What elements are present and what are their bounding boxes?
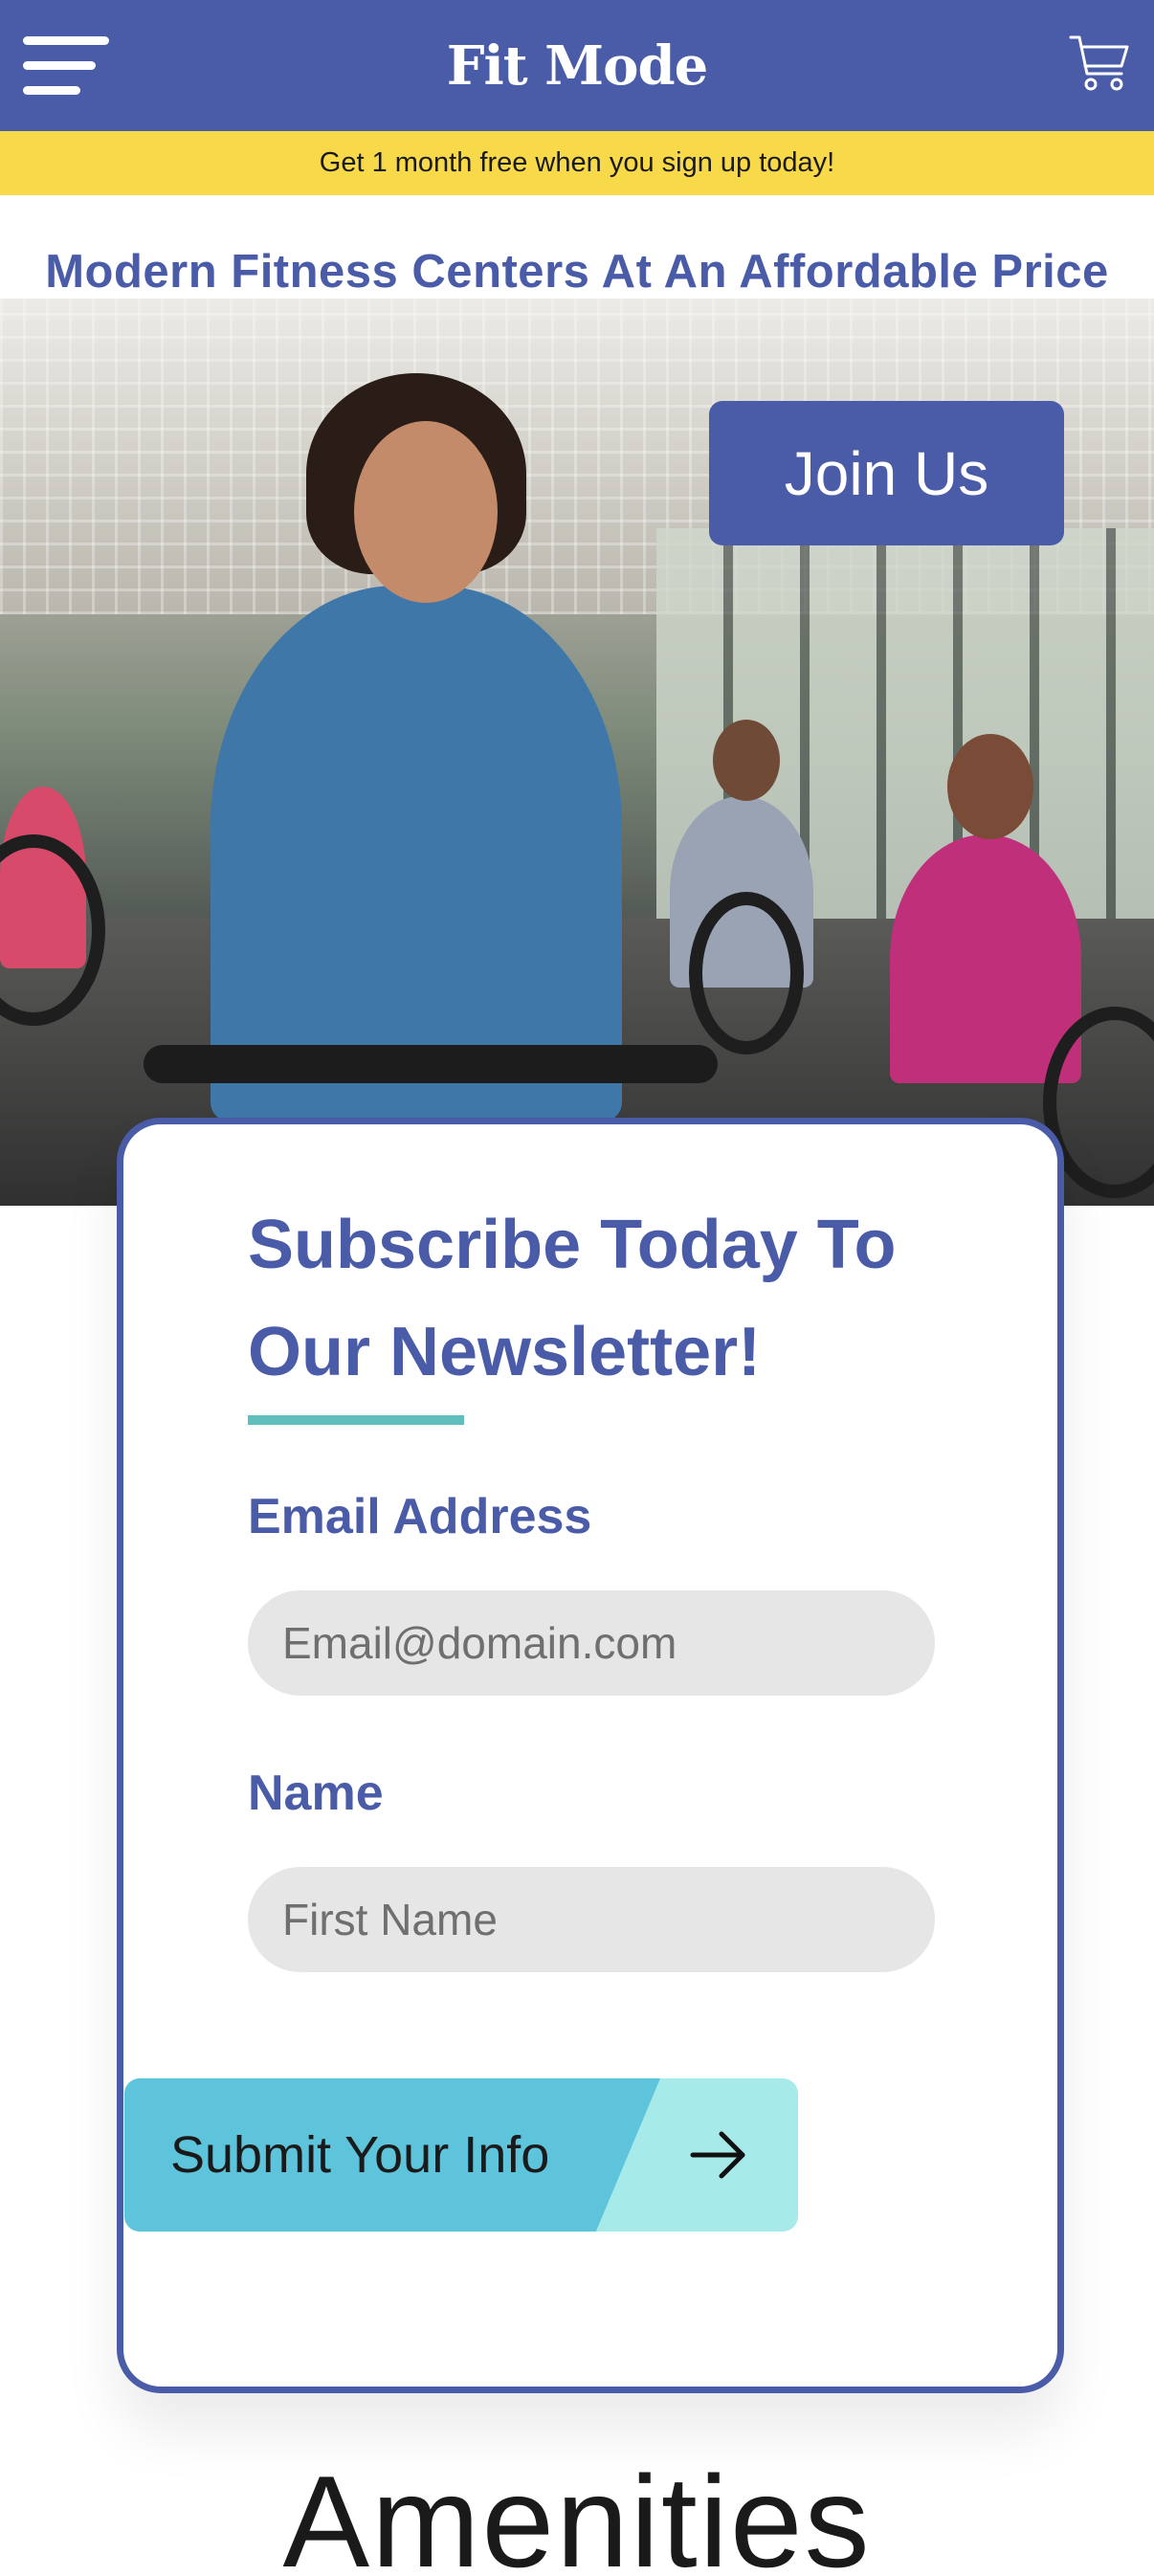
submit-button[interactable]: Submit Your Info [124,2078,798,2232]
hero-bike-wheel [689,892,804,1055]
arrow-right-icon [690,2131,745,2179]
hamburger-menu-icon[interactable] [23,36,109,96]
newsletter-title: Subscribe Today To Our Newsletter! [248,1207,897,1390]
hero-handlebar [144,1045,718,1083]
amenities-heading: Amenities [282,2449,872,2576]
first-name-field[interactable] [248,1867,935,1972]
hero-rider-pink-head [947,734,1033,839]
join-us-button[interactable]: Join Us [709,401,1064,545]
shopping-cart-icon[interactable] [1068,32,1131,95]
email-label: Email Address [248,1489,592,1544]
brand-logo[interactable]: Fit Mode [447,34,709,98]
promo-banner: Get 1 month free when you sign up today! [0,131,1154,195]
title-underline [248,1415,464,1425]
submit-button-label: Submit Your Info [170,2126,550,2184]
hero-rider-main-face [354,421,498,603]
top-nav-bar: Fit Mode [0,0,1154,131]
hero-rider-pink [890,834,1081,1083]
name-label: Name [248,1765,384,1821]
hero-rider-main [211,586,622,1121]
hero-rider-grey-head [713,720,780,801]
email-field[interactable] [248,1590,935,1696]
hero-tagline: Modern Fitness Centers At An Affordable … [45,246,1109,298]
